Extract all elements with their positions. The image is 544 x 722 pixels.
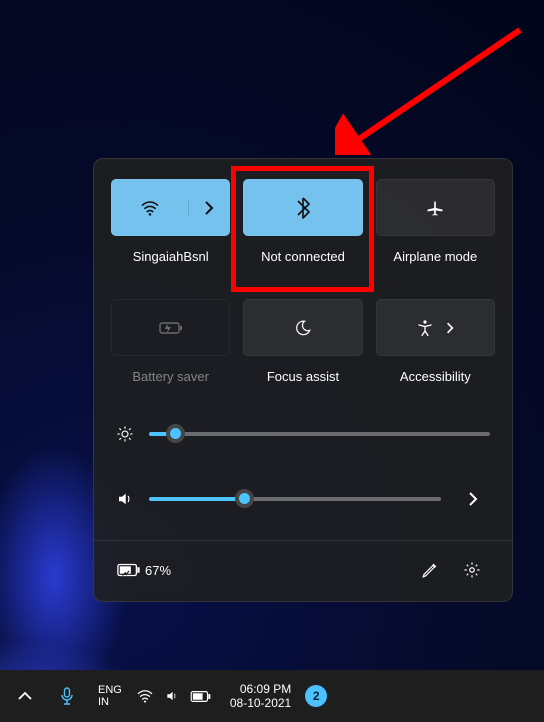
microphone-tray-icon[interactable]: [50, 679, 84, 713]
focus-assist-tile[interactable]: [243, 299, 362, 356]
bluetooth-icon: [296, 197, 310, 219]
moon-icon: [294, 319, 312, 337]
chevron-right-icon: [446, 322, 454, 334]
battery-saver-icon: [159, 321, 183, 335]
system-tray[interactable]: [136, 689, 212, 703]
microphone-icon: [60, 687, 74, 705]
brightness-icon: [116, 425, 134, 443]
gear-icon: [463, 561, 481, 579]
chevron-right-icon: [468, 492, 478, 506]
annotation-arrow: [335, 25, 525, 155]
settings-button[interactable]: [455, 553, 489, 587]
chevron-up-icon: [18, 691, 32, 701]
battery-charging-icon: [117, 562, 141, 578]
focus-assist-label: Focus assist: [267, 369, 339, 384]
clock[interactable]: 06:09 PM 08-10-2021: [220, 682, 297, 710]
wifi-icon: [136, 689, 154, 703]
chevron-right-icon: [204, 201, 214, 215]
quick-settings-panel: SingaiahBsnl Not connected Airplane mode…: [93, 158, 513, 602]
airplane-mode-tile[interactable]: [376, 179, 495, 236]
lang-primary: ENG: [98, 684, 122, 696]
battery-saver-tile: [111, 299, 230, 356]
airplane-mode-label: Airplane mode: [393, 249, 477, 264]
wifi-icon: [140, 200, 160, 216]
tray-overflow-button[interactable]: [8, 679, 42, 713]
wifi-tile[interactable]: [111, 179, 230, 236]
battery-status[interactable]: 67%: [117, 562, 171, 578]
accessibility-icon: [416, 319, 434, 337]
volume-icon: [116, 490, 134, 508]
language-indicator[interactable]: ENG IN: [92, 684, 128, 708]
date: 08-10-2021: [230, 696, 291, 710]
pencil-icon: [421, 561, 439, 579]
lang-secondary: IN: [98, 696, 122, 708]
wifi-label: SingaiahBsnl: [133, 249, 209, 264]
volume-slider[interactable]: [149, 489, 441, 509]
taskbar: ENG IN 06:09 PM 08-10-2021 2: [0, 670, 544, 722]
notification-badge[interactable]: 2: [305, 685, 327, 707]
brightness-slider[interactable]: [149, 424, 490, 444]
airplane-icon: [425, 198, 445, 218]
bluetooth-tile[interactable]: [243, 179, 362, 236]
edit-quick-settings-button[interactable]: [413, 553, 447, 587]
time: 06:09 PM: [240, 682, 291, 696]
volume-output-button[interactable]: [456, 482, 490, 516]
volume-icon: [164, 689, 180, 703]
battery-saver-label: Battery saver: [132, 369, 209, 384]
accessibility-label: Accessibility: [400, 369, 471, 384]
wifi-toggle[interactable]: [112, 200, 188, 216]
battery-percent: 67%: [145, 563, 171, 578]
accessibility-tile[interactable]: [376, 299, 495, 356]
wifi-expand[interactable]: [188, 201, 229, 215]
bluetooth-label: Not connected: [261, 249, 345, 264]
battery-icon: [190, 690, 212, 703]
